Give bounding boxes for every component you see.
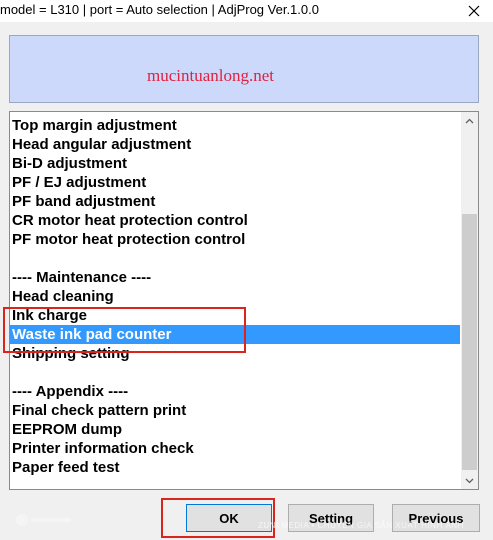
list-item[interactable]: Head cleaning <box>10 287 460 306</box>
list-item-selected[interactable]: Waste ink pad counter <box>10 325 460 344</box>
banner-watermark: mucintuanlong.net <box>147 66 275 85</box>
adjprog-window: model = L310 | port = Auto selection | A… <box>0 0 493 540</box>
setting-button[interactable]: Setting <box>288 504 374 532</box>
list-item[interactable]: Bi-D adjustment <box>10 154 460 173</box>
scroll-up-button[interactable] <box>461 112 478 129</box>
list-item[interactable]: Final check pattern print <box>10 401 460 420</box>
previous-button[interactable]: Previous <box>392 504 480 532</box>
list-item[interactable]: ---- Maintenance ---- <box>10 268 460 287</box>
brand-logo-icon <box>16 514 71 526</box>
list-item[interactable]: PF band adjustment <box>10 192 460 211</box>
list-item[interactable]: Printer information check <box>10 439 460 458</box>
list-item[interactable]: Top margin adjustment <box>10 116 460 135</box>
chevron-down-icon <box>465 478 474 483</box>
vertical-scrollbar[interactable] <box>461 112 478 489</box>
list-item[interactable]: ---- Appendix ---- <box>10 382 460 401</box>
scroll-thumb[interactable] <box>462 214 477 470</box>
title-bar: model = L310 | port = Auto selection | A… <box>0 0 493 22</box>
scroll-down-button[interactable] <box>461 472 478 489</box>
header-banner: mucintuanlong.net <box>9 35 479 103</box>
function-listbox[interactable]: Top margin adjustment Head angular adjust… <box>9 111 479 490</box>
close-button[interactable] <box>455 0 493 22</box>
list-item[interactable]: CR motor heat protection control <box>10 211 460 230</box>
chevron-up-icon <box>465 118 474 123</box>
function-list: Top margin adjustment Head angular adjust… <box>10 116 460 477</box>
window-title: model = L310 | port = Auto selection | A… <box>0 2 319 17</box>
ok-button[interactable]: OK <box>186 504 272 532</box>
list-item[interactable]: PF motor heat protection control <box>10 230 460 249</box>
list-item[interactable]: EEPROM dump <box>10 420 460 439</box>
list-item[interactable]: Ink charge <box>10 306 460 325</box>
list-item[interactable]: PF / EJ adjustment <box>10 173 460 192</box>
close-icon <box>468 5 480 17</box>
list-item[interactable]: Paper feed test <box>10 458 460 477</box>
list-item[interactable]: Shipping setting <box>10 344 460 363</box>
list-item[interactable]: Head angular adjustment <box>10 135 460 154</box>
